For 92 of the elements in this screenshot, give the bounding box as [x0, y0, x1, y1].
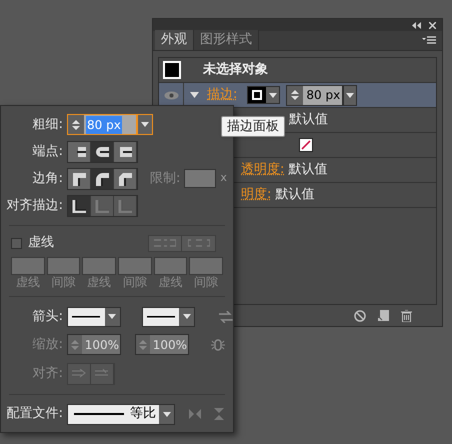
line-cap-icon — [118, 146, 132, 158]
corner-option-button[interactable] — [114, 168, 137, 188]
attribute-link[interactable]: 明度: — [241, 185, 272, 205]
dash-corner-icon — [154, 239, 176, 247]
field-label: 配置文件: — [6, 405, 63, 424]
arrow-tip-icon — [72, 369, 86, 378]
panel-tab[interactable]: 外观 — [155, 30, 194, 50]
dash-align-icon — [188, 239, 210, 247]
corner-option-button[interactable] — [91, 168, 114, 188]
field-label: 对齐: — [32, 364, 63, 383]
eye-icon[interactable] — [164, 90, 178, 100]
no-fill-swatch-icon[interactable] — [299, 138, 313, 152]
line-preview-icon — [146, 316, 175, 318]
corner-join-icon — [72, 172, 86, 186]
corner-join-icon — [118, 172, 132, 186]
field-label: 端点: — [32, 142, 63, 161]
field-label: 对齐描边: — [6, 196, 63, 215]
field-label: 边角: — [32, 170, 63, 188]
caret-icon — [162, 412, 170, 416]
panel-tab[interactable]: 图形样式 — [194, 30, 259, 50]
field-label: 箭头: — [32, 308, 63, 326]
weight-dropdown-button[interactable] — [137, 114, 153, 135]
duplicate-icon[interactable] — [378, 310, 389, 321]
align-option-button[interactable] — [68, 196, 91, 216]
caret-icon — [182, 314, 191, 319]
spinner-value: 100% — [84, 336, 120, 354]
field-label: 缩放: — [32, 336, 63, 354]
dash-input-label: 间隙 — [51, 275, 76, 290]
up-down-arrows-icon — [138, 338, 147, 350]
menu-icon[interactable] — [422, 36, 436, 45]
weight-dropdown-button[interactable] — [343, 84, 358, 106]
appearance-row[interactable]: 描边: 80 px — [159, 83, 436, 108]
stroke-swatch-icon — [252, 90, 262, 100]
field-label: 粗细: — [32, 116, 63, 134]
spinner-value: 80 px — [86, 116, 122, 134]
caret-icon — [346, 92, 354, 98]
attribute-value: 默认值 — [289, 111, 328, 130]
profile-value: 等比 — [130, 405, 156, 424]
checkbox-label: 虚线 — [28, 234, 54, 252]
dash-style-button[interactable] — [149, 236, 182, 250]
caret-icon — [268, 92, 277, 98]
number-spinner[interactable]: 80 px — [67, 114, 137, 135]
dash-input-label: 间隙 — [194, 275, 218, 290]
swap-arrows-icon[interactable] — [219, 310, 233, 322]
arrow-tip-icon — [95, 369, 109, 378]
caret-icon — [108, 314, 116, 319]
dash-input[interactable] — [82, 257, 116, 275]
tooltip: 描边面板 — [221, 116, 285, 137]
stroke-align-icon — [95, 198, 109, 212]
attribute-link[interactable]: 透明度: — [241, 160, 284, 180]
stroke-color-dropdown[interactable] — [247, 86, 280, 104]
dashed-checkbox[interactable] — [11, 238, 22, 248]
line-preview-icon — [74, 413, 124, 415]
dash-input-label: 虚线 — [158, 275, 182, 290]
cap-option-button[interactable] — [114, 142, 137, 162]
corner-join-icon — [95, 172, 109, 186]
dash-input-label: 虚线 — [16, 275, 40, 290]
stroke-align-icon — [72, 198, 86, 212]
caret-icon — [141, 122, 149, 127]
close-icon[interactable] — [429, 22, 436, 28]
dash-input[interactable] — [118, 257, 152, 275]
dash-input[interactable] — [46, 257, 80, 275]
link-icon[interactable] — [211, 338, 225, 352]
clear-icon[interactable] — [354, 310, 366, 322]
dash-input[interactable] — [189, 257, 223, 275]
line-cap-icon — [95, 146, 109, 158]
end-arrowhead-dropdown[interactable] — [142, 306, 196, 326]
dash-input-label: 虚线 — [87, 275, 112, 290]
start-arrowhead-dropdown[interactable] — [67, 306, 121, 326]
number-spinner[interactable]: 80 px — [286, 84, 344, 106]
up-down-arrows-icon — [70, 338, 79, 350]
up-down-arrows-icon — [72, 118, 80, 130]
spinner-value: 100% — [152, 336, 188, 354]
fill-swatch[interactable] — [163, 61, 181, 79]
spinner-value: 80 px — [305, 87, 342, 104]
expand-triangle-icon[interactable] — [190, 92, 199, 98]
dash-input[interactable] — [11, 257, 45, 275]
collapse-icon[interactable] — [412, 22, 421, 28]
dash-input[interactable] — [154, 257, 188, 275]
cap-option-button[interactable] — [91, 142, 114, 162]
line-preview-icon — [72, 316, 100, 318]
profile-dropdown[interactable]: 等比 — [67, 404, 175, 424]
dash-style-button[interactable] — [182, 236, 215, 250]
attribute-value: 默认值 — [275, 186, 314, 204]
delete-icon[interactable] — [401, 310, 412, 322]
corner-option-button[interactable] — [68, 168, 91, 188]
cap-option-button[interactable] — [68, 142, 91, 162]
object-label: 未选择对象 — [203, 61, 268, 80]
attribute-value: 默认值 — [288, 161, 328, 180]
stroke-align-icon — [118, 198, 132, 212]
up-down-arrows-icon — [291, 89, 300, 101]
dash-input-label: 间隙 — [122, 275, 147, 290]
